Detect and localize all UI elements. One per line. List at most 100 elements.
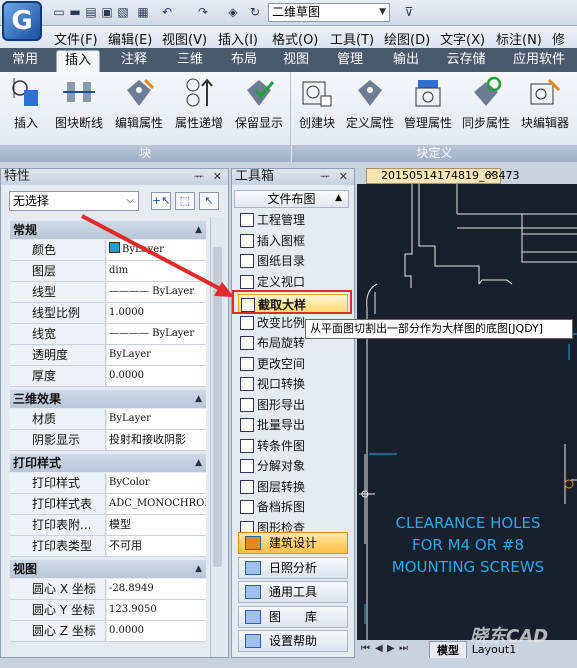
refresh-icon[interactable]: ↻: [248, 5, 262, 19]
property-row[interactable]: 打印表附... 模型: [10, 515, 206, 536]
open-icon[interactable]: ▬: [68, 5, 82, 19]
toolbox-item[interactable]: 工程管理: [238, 210, 348, 230]
collapse-icon[interactable]: ▲: [195, 454, 202, 472]
property-value[interactable]: 0.0000: [107, 366, 206, 386]
scrollbar-thumb[interactable]: [213, 247, 222, 567]
tab-output[interactable]: 输出: [386, 50, 426, 72]
collapse-icon[interactable]: ▲: [195, 560, 202, 578]
property-value[interactable]: 123.9050: [107, 600, 206, 620]
manage-attribute-button[interactable]: 管理属性: [400, 76, 456, 140]
property-row[interactable]: 阴影显示 投射和接收阴影: [10, 430, 206, 451]
menu-insert[interactable]: 插入(I): [218, 29, 258, 48]
select-objects-icon[interactable]: ⬚: [175, 192, 195, 210]
block-break-button[interactable]: 图块断线: [50, 76, 108, 140]
menu-draw[interactable]: 绘图(D): [384, 29, 430, 48]
toolbox-item[interactable]: 更改空间: [238, 354, 348, 374]
toolbox-item[interactable]: 备档拆图: [238, 497, 348, 517]
tab-view[interactable]: 视图: [276, 50, 316, 72]
toolbox-item[interactable]: 定义视口: [238, 272, 348, 292]
tab-layout[interactable]: 布局: [222, 50, 266, 72]
tab-cloud[interactable]: 云存储: [440, 50, 492, 72]
toolbox-category[interactable]: 日照分析: [238, 556, 348, 579]
toolbox-item[interactable]: 批量导出: [238, 415, 348, 435]
property-row[interactable]: 打印表类型 不可用: [10, 536, 206, 557]
property-value[interactable]: ———— ByLayer: [107, 324, 206, 344]
edit-attribute-button[interactable]: 编辑属性: [110, 76, 168, 140]
toolbox-item[interactable]: 插入图框: [238, 231, 348, 251]
pin-icon[interactable]: ᅲ: [194, 169, 204, 184]
keep-display-button[interactable]: 保留显示: [230, 76, 288, 140]
property-category[interactable]: 常规 ▲: [10, 221, 206, 239]
property-row[interactable]: 线型 ———— ByLayer: [10, 282, 206, 303]
tab-common[interactable]: 常用: [4, 50, 46, 72]
define-attribute-button[interactable]: 定义属性: [342, 76, 398, 140]
tab-3d[interactable]: 三维: [168, 50, 212, 72]
selection-dropdown[interactable]: 无选择 ⌵: [9, 191, 139, 211]
property-value[interactable]: ByColor: [107, 473, 206, 493]
property-row[interactable]: 圆心 Z 坐标 0.0000: [10, 621, 206, 642]
menu-dimension[interactable]: 标注(N): [496, 29, 542, 48]
tab-annotate[interactable]: 注释: [112, 50, 156, 72]
redo-icon[interactable]: ↷: [196, 5, 210, 19]
property-row[interactable]: 圆心 X 坐标 -28.8949: [10, 579, 206, 600]
menu-view[interactable]: 视图(V): [162, 29, 207, 48]
property-row[interactable]: 打印样式 ByColor: [10, 473, 206, 494]
property-value[interactable]: ByLayer: [107, 240, 206, 260]
property-row[interactable]: 厚度 0.0000: [10, 366, 206, 387]
toolbox-item[interactable]: 分解对象: [238, 456, 348, 476]
toolbox-category[interactable]: 设置帮助: [238, 630, 348, 652]
property-value[interactable]: ADC_MONOCHROM...: [107, 494, 206, 514]
property-value[interactable]: 不可用: [107, 536, 206, 556]
property-row[interactable]: 图层 dim: [10, 261, 206, 282]
property-value[interactable]: dim: [107, 261, 206, 281]
property-value[interactable]: ByLayer: [107, 409, 206, 429]
tab-insert[interactable]: 插入: [56, 50, 100, 72]
property-row[interactable]: 线型比例 1.0000: [10, 303, 206, 324]
property-value[interactable]: 模型: [107, 515, 206, 535]
new-icon[interactable]: ▭: [52, 5, 66, 19]
toolbox-item[interactable]: 图形导出: [238, 395, 348, 415]
first-tab-icon[interactable]: ⏮: [361, 643, 370, 654]
close-icon[interactable]: ✕: [213, 169, 222, 184]
properties-scrollbar[interactable]: [210, 217, 224, 657]
insert-block-button[interactable]: 插入: [6, 76, 46, 140]
undo-icon[interactable]: ↶: [160, 5, 174, 19]
property-value[interactable]: 投射和接收阴影: [107, 430, 206, 450]
collapse-icon[interactable]: ▲: [195, 221, 202, 239]
save-icon[interactable]: ▣: [100, 5, 114, 19]
workspace-select[interactable]: 二维草图 ▼: [268, 3, 390, 22]
toolbox-item[interactable]: 视口转换: [238, 374, 348, 394]
toolbox-category[interactable]: 图 库: [238, 605, 348, 628]
menu-format[interactable]: 格式(O): [272, 29, 318, 48]
save-as-icon[interactable]: ▧: [116, 5, 130, 19]
property-row[interactable]: 材质 ByLayer: [10, 409, 206, 430]
customize-icon[interactable]: ⊽: [402, 5, 416, 19]
menu-text[interactable]: 文字(X): [440, 29, 485, 48]
toolbox-section-header[interactable]: 文件布图 ▲: [234, 190, 349, 208]
toolbox-category[interactable]: 通用工具: [238, 581, 348, 603]
menu-tools[interactable]: 工具(T): [330, 29, 374, 48]
property-row[interactable]: 透明度 ByLayer: [10, 345, 206, 366]
property-row[interactable]: 线宽 ———— ByLayer: [10, 324, 206, 345]
property-row[interactable]: 颜色 ByLayer: [10, 240, 206, 261]
drawing-file-tab[interactable]: 20150514174819_63473 ✕: [366, 168, 519, 184]
quick-select-icon[interactable]: +↖: [151, 192, 171, 210]
tab-apps[interactable]: 应用软件: [506, 50, 572, 72]
tab-manage[interactable]: 管理: [330, 50, 370, 72]
layer-icon[interactable]: ◈: [226, 5, 240, 19]
property-value[interactable]: 0.0000: [107, 621, 206, 641]
open-folder-icon[interactable]: ▤: [84, 5, 98, 19]
collapse-icon[interactable]: ▲: [195, 390, 202, 408]
toolbox-item[interactable]: 图纸目录: [238, 251, 348, 271]
print-icon[interactable]: ▦: [136, 5, 150, 19]
property-category[interactable]: 视图 ▲: [10, 560, 206, 578]
property-category[interactable]: 三维效果 ▲: [10, 390, 206, 408]
property-value[interactable]: ByLayer: [107, 345, 206, 365]
create-block-button[interactable]: 创建块: [294, 76, 340, 140]
property-category[interactable]: 打印样式 ▲: [10, 454, 206, 472]
sync-attribute-button[interactable]: 同步属性: [458, 76, 514, 140]
close-icon[interactable]: ✕: [339, 169, 348, 184]
property-value[interactable]: -28.8949: [107, 579, 206, 599]
block-editor-button[interactable]: 块编辑器: [516, 76, 574, 140]
menu-edit[interactable]: 编辑(E): [108, 29, 152, 48]
